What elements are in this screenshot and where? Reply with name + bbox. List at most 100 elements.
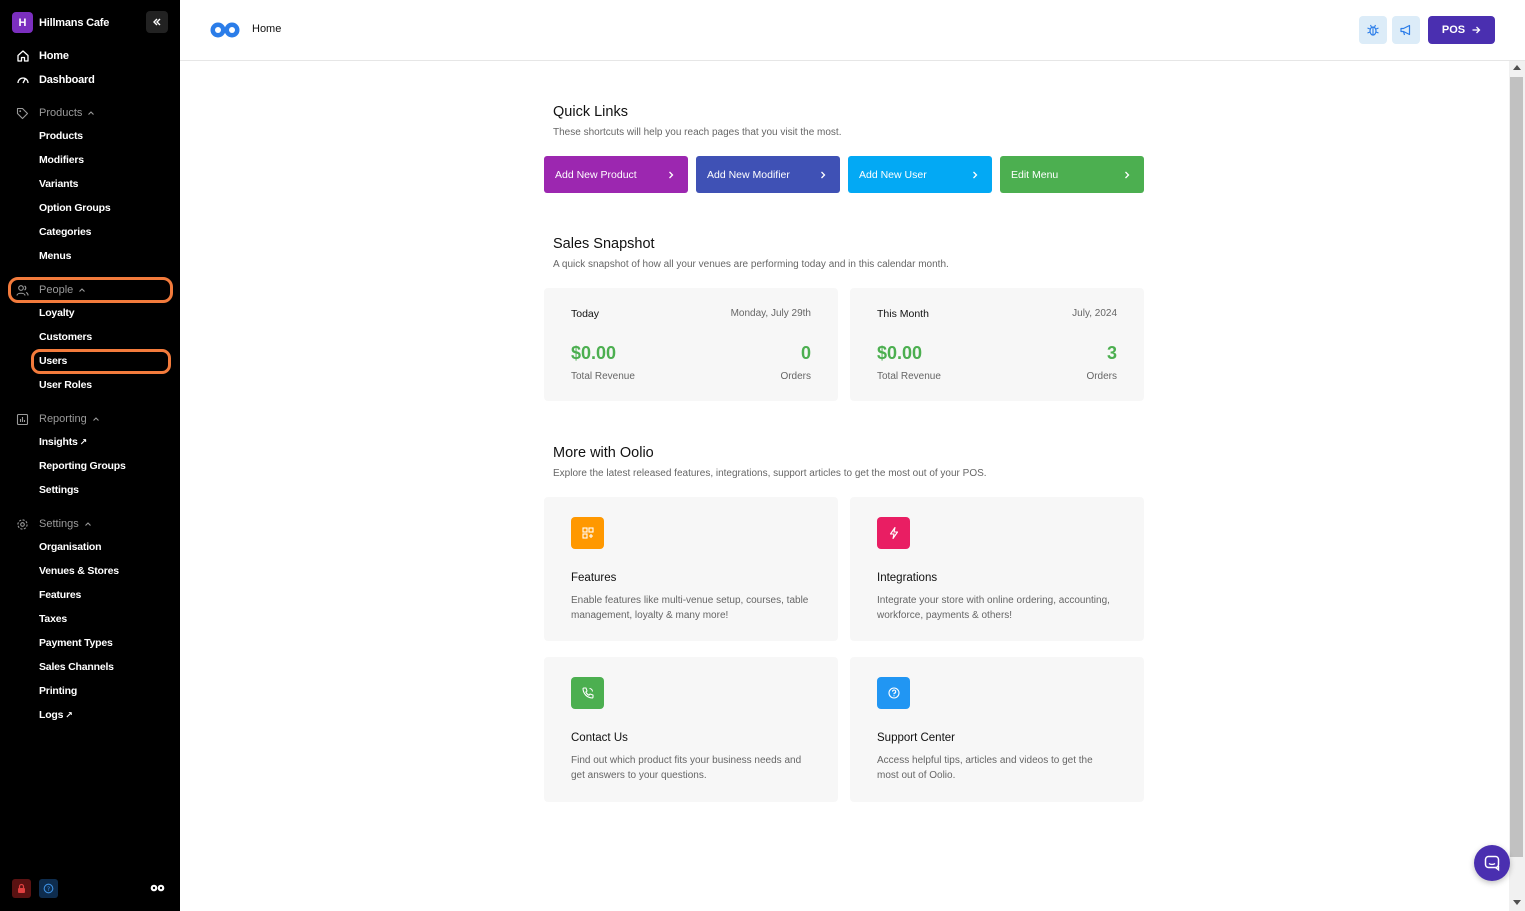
sidebar-item-label: Insights	[39, 436, 78, 448]
announcements-button[interactable]	[1392, 16, 1420, 44]
sidebar-item-label: Home	[39, 50, 69, 62]
snapshot-revenue-label: Total Revenue	[571, 371, 635, 382]
sidebar-item-dashboard[interactable]: Dashboard	[16, 72, 95, 88]
sidebar-item-organisation[interactable]: Organisation	[39, 539, 102, 555]
snapshot-revenue: $0.00	[877, 343, 923, 363]
chevron-right-icon	[1125, 171, 1130, 178]
card-description: Integrate your store with online orderin…	[877, 595, 1110, 621]
grid-plus-icon	[581, 527, 594, 539]
sidebar-item-taxes[interactable]: Taxes	[39, 611, 67, 627]
add-new-user-button[interactable]: Add New User	[848, 156, 992, 193]
sidebar-item-variants[interactable]: Variants	[39, 176, 78, 192]
sidebar-item-printing[interactable]: Printing	[39, 683, 77, 699]
snapshot-revenue-label: Total Revenue	[877, 371, 941, 382]
sidebar-item-reporting-settings[interactable]: Settings	[39, 482, 79, 498]
chevron-right-icon	[669, 171, 674, 178]
pos-button[interactable]: POS	[1428, 16, 1495, 44]
contact-icon-box	[571, 677, 604, 709]
sidebar-item-sales-channels[interactable]: Sales Channels	[39, 659, 114, 675]
chevrons-left-icon	[153, 18, 161, 26]
org-avatar: H	[12, 12, 33, 33]
sidebar-item-reporting-groups[interactable]: Reporting Groups	[39, 458, 126, 474]
sidebar-item-insights[interactable]: Insights ↗	[39, 434, 87, 450]
quick-link-label: Add New Product	[555, 168, 637, 181]
report-bug-button[interactable]	[1359, 16, 1387, 44]
card-description: Access helpful tips, articles and videos…	[877, 755, 1093, 781]
card-description: Find out which product fits your busines…	[571, 755, 802, 781]
snapshot-period: This Month	[877, 308, 929, 320]
svg-text:?: ?	[47, 885, 50, 893]
external-link-icon: ↗	[79, 437, 88, 447]
snapshot-period: Today	[571, 308, 600, 320]
quick-link-label: Edit Menu	[1011, 168, 1059, 181]
more-subtitle: Explore the latest released features, in…	[553, 468, 987, 479]
phone-icon	[581, 687, 594, 699]
snapshot-orders: 3	[1106, 343, 1117, 363]
section-label: Products	[39, 107, 83, 119]
support-center-card[interactable]: Support Center Access helpful tips, arti…	[850, 657, 1144, 802]
card-title: Features	[571, 572, 617, 584]
chat-launcher-button[interactable]	[1474, 845, 1510, 881]
dashboard-icon	[17, 77, 29, 84]
today-snapshot-card: Today Monday, July 29th $0.00 0 Total Re…	[544, 288, 838, 401]
chevron-right-icon	[973, 171, 978, 178]
sidebar-item-label: Dashboard	[39, 74, 95, 86]
sidebar-item-payment-types[interactable]: Payment Types	[39, 635, 113, 651]
home-icon	[17, 50, 29, 62]
card-title: Integrations	[877, 572, 938, 584]
card-title: Support Center	[877, 732, 955, 744]
sidebar-item-features[interactable]: Features	[39, 587, 81, 603]
snapshot-orders: 0	[800, 343, 811, 363]
snapshot-revenue: $0.00	[571, 343, 617, 363]
oolio-logo-icon[interactable]	[210, 21, 240, 39]
sidebar-item-label: Logs	[39, 709, 64, 721]
sidebar-item-venues-stores[interactable]: Venues & Stores	[39, 563, 119, 579]
section-label: Settings	[39, 518, 79, 530]
top-bar: Home POS	[180, 0, 1525, 61]
quick-link-label: Add New User	[859, 168, 927, 181]
help-button[interactable]: ?	[39, 879, 58, 898]
card-description: Enable features like multi-venue setup, …	[571, 595, 809, 621]
org-switcher[interactable]: H Hillmans Cafe	[12, 12, 109, 33]
sales-snapshot-subtitle: A quick snapshot of how all your venues …	[553, 259, 949, 270]
sidebar-item-customers[interactable]: Customers	[39, 329, 92, 345]
features-icon-box	[571, 517, 604, 549]
add-new-modifier-button[interactable]: Add New Modifier	[696, 156, 840, 193]
quick-link-label: Add New Modifier	[707, 168, 790, 181]
chevron-up-icon	[88, 111, 95, 115]
section-label: Reporting	[39, 413, 87, 425]
help-circle-icon: ?	[43, 883, 54, 894]
snapshot-orders-label: Orders	[1086, 371, 1117, 382]
lightning-icon	[889, 526, 898, 540]
sidebar-item-menus[interactable]: Menus	[39, 248, 71, 264]
add-new-product-button[interactable]: Add New Product	[544, 156, 688, 193]
sidebar-item-home[interactable]: Home	[16, 48, 69, 64]
sidebar-section-settings[interactable]: Settings	[16, 516, 92, 532]
highlight-users	[31, 349, 171, 374]
arrow-right-icon	[1472, 26, 1481, 34]
sidebar-item-user-roles[interactable]: User Roles	[39, 377, 92, 393]
chevron-right-icon	[821, 171, 826, 178]
sidebar-item-option-groups[interactable]: Option Groups	[39, 200, 111, 216]
scroll-down-arrow-icon[interactable]	[1513, 900, 1521, 905]
sidebar-section-products[interactable]: Products	[16, 105, 95, 121]
lock-button[interactable]	[12, 879, 31, 898]
scrollbar-thumb[interactable]	[1510, 77, 1523, 857]
sidebar-item-loyalty[interactable]: Loyalty	[39, 305, 75, 321]
snapshot-date: Monday, July 29th	[730, 308, 811, 319]
chevron-up-icon	[92, 417, 99, 421]
sidebar-item-modifiers[interactable]: Modifiers	[39, 152, 84, 168]
contact-us-card[interactable]: Contact Us Find out which product fits y…	[544, 657, 838, 802]
pos-button-label: POS	[1441, 24, 1466, 36]
integrations-card[interactable]: Integrations Integrate your store with o…	[850, 497, 1144, 641]
sidebar-item-logs[interactable]: Logs ↗	[39, 707, 73, 723]
scroll-up-arrow-icon[interactable]	[1513, 65, 1521, 70]
lock-icon	[18, 883, 25, 893]
sidebar-item-categories[interactable]: Categories	[39, 224, 91, 240]
features-card[interactable]: Features Enable features like multi-venu…	[544, 497, 838, 641]
sidebar-section-reporting[interactable]: Reporting	[16, 411, 100, 427]
bug-icon	[1367, 24, 1379, 36]
collapse-sidebar-button[interactable]	[146, 11, 168, 33]
edit-menu-button[interactable]: Edit Menu	[1000, 156, 1144, 193]
sidebar-item-products[interactable]: Products	[39, 128, 83, 144]
